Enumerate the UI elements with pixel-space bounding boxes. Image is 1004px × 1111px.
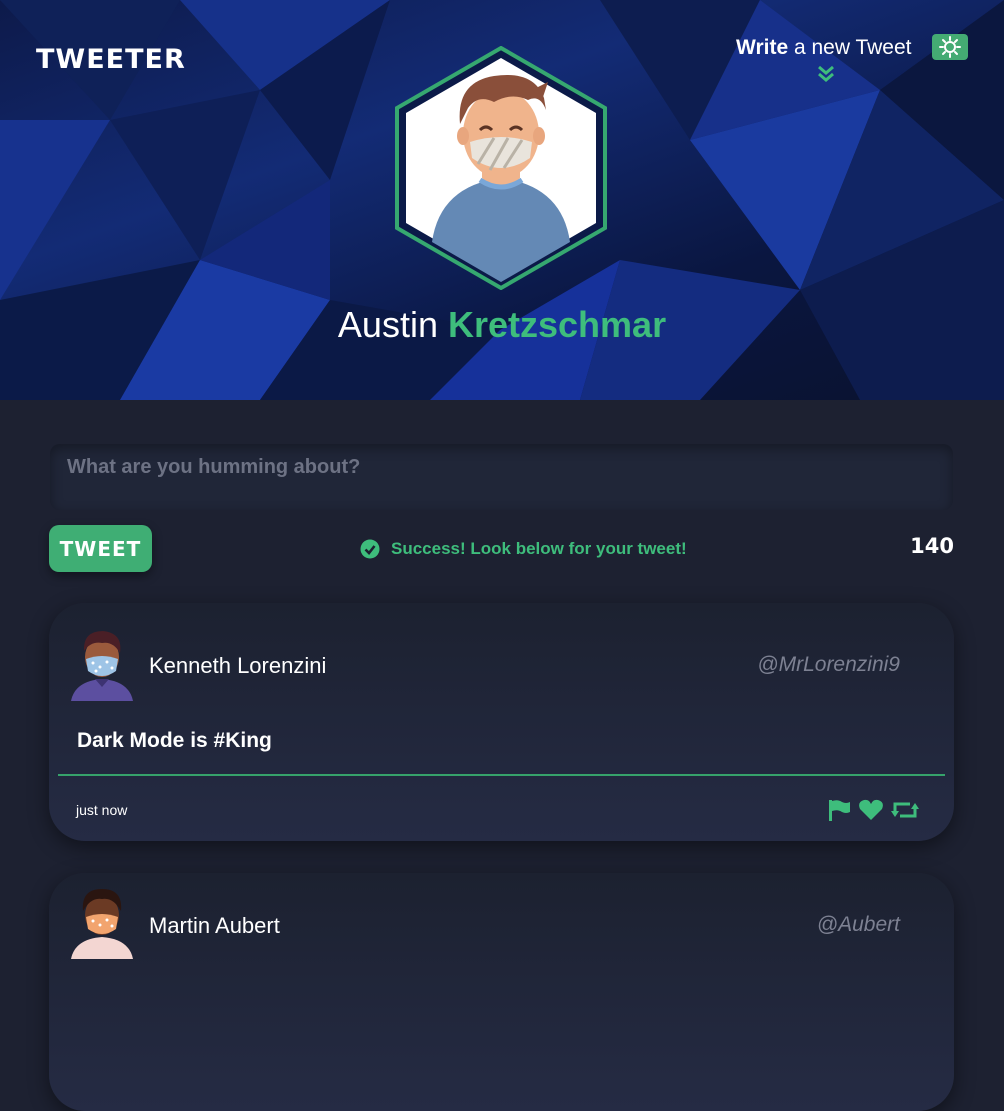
avatar	[71, 889, 133, 959]
retweet-icon[interactable]	[890, 799, 919, 821]
heart-icon[interactable]	[858, 799, 884, 821]
character-counter: 140	[910, 534, 954, 558]
tweet-author-name: Martin Aubert	[149, 913, 280, 938]
divider	[58, 774, 945, 776]
tweet-card: Martin Aubert @Aubert	[49, 873, 954, 1111]
tweet-author-handle: @Aubert	[816, 913, 900, 936]
avatar	[71, 631, 133, 701]
tweet-actions	[826, 799, 919, 821]
profile-avatar	[395, 46, 607, 290]
tweet-timestamp: just now	[76, 802, 128, 818]
flag-icon[interactable]	[826, 799, 852, 821]
tweet-button[interactable]: TWEET	[49, 525, 152, 572]
check-circle-icon	[360, 539, 380, 559]
tweet-content: Dark Mode is #King	[77, 729, 272, 752]
tweet-text-input[interactable]	[50, 444, 953, 510]
double-chevron-down-icon	[818, 65, 834, 82]
tweet-composer[interactable]	[50, 444, 953, 510]
success-message-text: Success! Look below for your tweet!	[391, 539, 687, 558]
profile-header: TWEETER Write a new Tweet Austin Kretzsc…	[0, 0, 1004, 400]
theme-toggle-button[interactable]	[932, 34, 968, 60]
sun-icon	[939, 36, 961, 58]
profile-name: Austin Kretzschmar	[337, 304, 667, 345]
tweet-author-handle: @MrLorenzini9	[757, 653, 900, 676]
tweet-author-name: Kenneth Lorenzini	[149, 653, 327, 678]
tweet-card: Kenneth Lorenzini @MrLorenzini9 Dark Mod…	[49, 603, 954, 841]
success-message: Success! Look below for your tweet!	[360, 536, 687, 562]
write-tweet-label: Write a new Tweet	[736, 36, 912, 59]
brand-logo[interactable]: TWEETER	[36, 44, 186, 75]
